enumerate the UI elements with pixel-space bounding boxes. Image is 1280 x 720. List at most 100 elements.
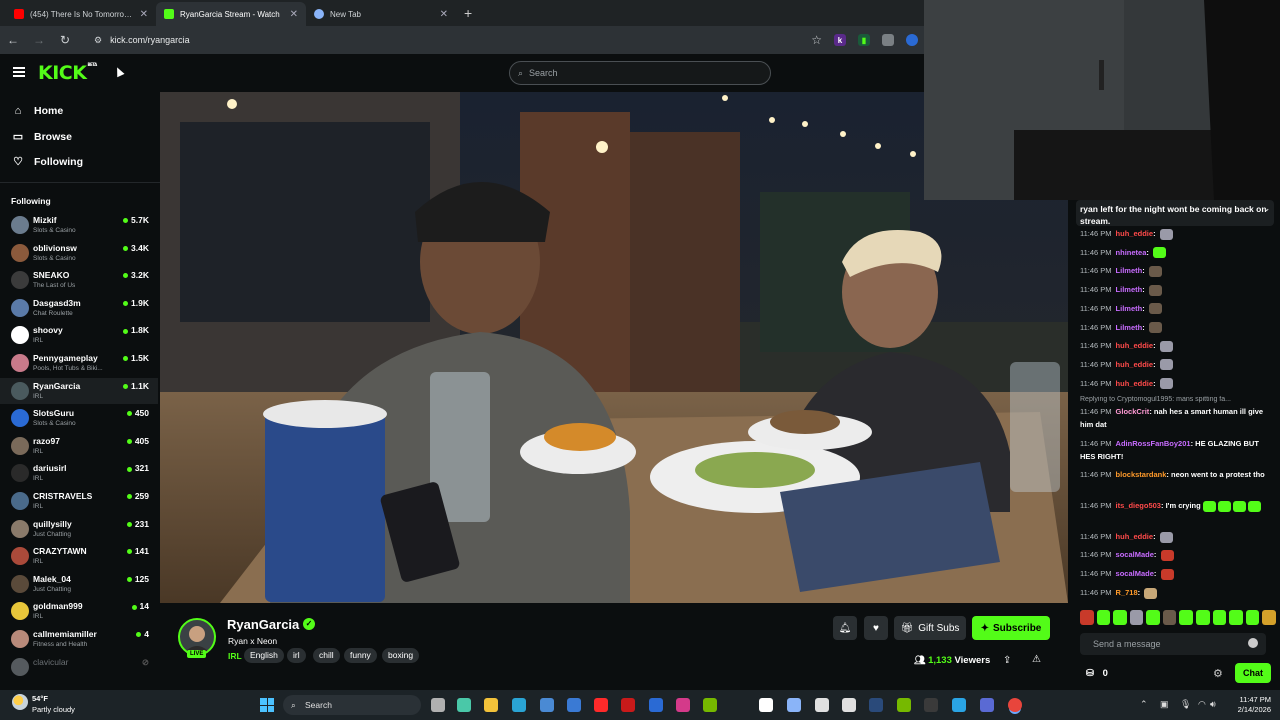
emoji-picker-icon[interactable] [1248, 638, 1258, 648]
tag-chill[interactable]: chill [313, 648, 340, 663]
sidebar-channel-mizkif[interactable]: Mizkif Slots & Casino 5.7K [0, 212, 158, 238]
chat-message-input[interactable]: Send a message [1080, 633, 1266, 655]
sidebar-channel-crazytawn[interactable]: CRAZYTAWN IRL 141 [0, 543, 158, 569]
browser-tab-youtube[interactable]: (454) There Is No Tomorrow - T ✕ [6, 2, 156, 26]
message-username[interactable]: Lilmeth [1116, 285, 1143, 294]
sidebar-channel-razo97[interactable]: razo97 IRL 405 [0, 433, 158, 459]
channel-name[interactable]: RyanGarcia [227, 617, 299, 632]
epic-icon[interactable] [924, 698, 938, 712]
bookmark-star-icon[interactable]: ☆ [811, 33, 822, 47]
browser-tab-newtab[interactable]: New Tab ✕ [306, 2, 456, 26]
category-link[interactable]: IRL [228, 651, 242, 661]
youtube-icon[interactable] [594, 698, 608, 712]
sidebar-channel-clavicular[interactable]: clavicular ⊘ [0, 654, 158, 680]
emote-icon[interactable] [1179, 610, 1194, 625]
close-tab-icon[interactable]: ✕ [140, 9, 148, 20]
facebook-icon[interactable] [649, 698, 663, 712]
message-username[interactable]: Lilmeth [1116, 266, 1143, 275]
system-clock[interactable]: 11:47 PM 2/14/2026 [1221, 695, 1271, 715]
tag-irl[interactable]: irl [287, 648, 306, 663]
emote-icon[interactable] [1129, 610, 1144, 625]
emote-icon[interactable] [1113, 610, 1127, 625]
store-icon[interactable] [540, 698, 554, 712]
emote-icon[interactable] [1262, 610, 1276, 625]
sidebar-channel-callmemiamiller[interactable]: callmemiamiller Fitness and Health 4 [0, 626, 158, 652]
nav-following[interactable]: ♡ Following [12, 155, 83, 169]
sidebar-channel-ryangarcia[interactable]: RyanGarcia IRL 1.1K [0, 377, 158, 404]
notification-bell-button[interactable]: 🔔︎ [833, 616, 857, 640]
reply-context[interactable]: Replying to Cryptomogul1995: mans spitti… [1080, 396, 1268, 403]
nav-browse[interactable]: ▭ Browse [12, 130, 72, 144]
share-icon[interactable]: ⇪ [1003, 655, 1011, 666]
message-username[interactable]: huh_eddie [1116, 229, 1154, 238]
instagram-icon[interactable] [676, 698, 690, 712]
search-input[interactable]: ⌕ Search [509, 61, 771, 85]
sidebar-channel-slotsguru[interactable]: SlotsGuru Slots & Casino 450 [0, 405, 158, 431]
nvidia-icon[interactable] [703, 698, 717, 712]
close-tab-icon[interactable]: ✕ [290, 9, 298, 20]
emote-icon[interactable] [1080, 610, 1094, 625]
tray-chevron-icon[interactable]: ⌃ [1140, 699, 1148, 710]
weather-icon[interactable] [12, 694, 28, 710]
report-icon[interactable]: ⚠ [1032, 654, 1041, 665]
wifi-icon[interactable]: ◠ [1198, 699, 1206, 710]
nvidia-app-icon[interactable] [897, 698, 911, 712]
sidebar-channel-cristravels[interactable]: CRISTRAVELS IRL 259 [0, 488, 158, 514]
sidebar-channel-pennygameplay[interactable]: Pennygameplay Pools, Hot Tubs & Biki... 1.… [0, 350, 158, 376]
taskbar-search[interactable]: ⌕ Search [283, 695, 421, 715]
copilot-icon[interactable] [457, 698, 471, 712]
channel-points[interactable]: ⛁ 0 [1086, 668, 1108, 679]
sidebar-channel-shoovy[interactable]: shoovy IRL 1.8K [0, 322, 158, 348]
chevron-down-icon[interactable]: ⌄ [1263, 203, 1270, 215]
sidebar-channel-malek_04[interactable]: Malek_04 Just Chatting 125 [0, 571, 158, 597]
chrome-icon[interactable] [1008, 698, 1022, 712]
extension-blue-icon[interactable] [906, 34, 918, 46]
pinned-message[interactable]: ryan left for the night wont be coming b… [1076, 200, 1274, 226]
message-username[interactable]: Lilmeth [1116, 304, 1143, 313]
nav-home[interactable]: ⌂ Home [12, 105, 64, 117]
volume-icon[interactable]: 🔊︎ [1210, 699, 1216, 710]
subscribe-button[interactable]: ✦ Subscribe [972, 616, 1050, 640]
task-view-icon[interactable] [431, 698, 445, 712]
message-username[interactable]: huh_eddie [1116, 360, 1154, 369]
back-icon[interactable]: ← [6, 33, 20, 47]
chat-settings-gear-icon[interactable]: ⚙ [1213, 667, 1223, 680]
edge-icon[interactable] [512, 698, 526, 712]
sidebar-channel-goldman999[interactable]: goldman999 IRL 14 [0, 598, 158, 624]
hamburger-menu-icon[interactable] [13, 67, 25, 77]
sidebar-channel-quillysilly[interactable]: quillysilly Just Chatting 231 [0, 516, 158, 542]
sidebar-channel-sneako[interactable]: SNEAKO The Last of Us 3.2K [0, 267, 158, 293]
chat-send-button[interactable]: Chat [1235, 663, 1271, 683]
weather-widget[interactable]: 54°F Partly cloudy [32, 693, 75, 715]
message-username[interactable]: GlockCrit [1116, 407, 1150, 416]
settings-icon[interactable] [787, 698, 801, 712]
tray-app-icon[interactable]: ▣ [1160, 699, 1169, 710]
follow-heart-button[interactable]: ♥ [864, 616, 888, 640]
tag-funny[interactable]: funny [344, 648, 377, 663]
sidebar-channel-dasgasd3m[interactable]: Dasgasd3m Chat Roulette 1.9K [0, 295, 158, 321]
emote-icon[interactable] [1162, 610, 1177, 625]
tag-boxing[interactable]: boxing [382, 648, 420, 663]
message-username[interactable]: huh_eddie [1116, 532, 1154, 541]
capcut-icon[interactable] [842, 698, 856, 712]
emote-icon[interactable] [1096, 610, 1111, 625]
emote-icon[interactable] [1212, 610, 1227, 625]
message-username[interactable]: socalMade [1116, 569, 1154, 578]
forward-icon[interactable]: → [32, 33, 46, 47]
message-username[interactable]: socalMade [1116, 550, 1154, 559]
windows-start-icon[interactable] [260, 698, 274, 712]
emote-icon[interactable] [1146, 610, 1160, 625]
message-username[interactable]: blockstardank [1116, 470, 1167, 479]
message-username[interactable]: its_diego503 [1116, 501, 1161, 510]
roblox-icon[interactable] [815, 698, 829, 712]
file-explorer-icon[interactable] [484, 698, 498, 712]
telegram-icon[interactable] [952, 698, 966, 712]
gift-subs-button[interactable]: 🎁︎ Gift Subs [894, 616, 966, 640]
amazon-icon[interactable] [759, 698, 773, 712]
extension-stats-icon[interactable]: ▮ [858, 34, 870, 46]
sidebar-channel-dariusirl[interactable]: dariusirl IRL 321 [0, 460, 158, 486]
extension-k-icon[interactable]: k [834, 34, 846, 46]
url-field[interactable]: ⚙ kick.com/ryangarcia [84, 29, 799, 51]
netflix-icon[interactable] [621, 698, 635, 712]
new-tab-button[interactable]: + [464, 5, 472, 21]
